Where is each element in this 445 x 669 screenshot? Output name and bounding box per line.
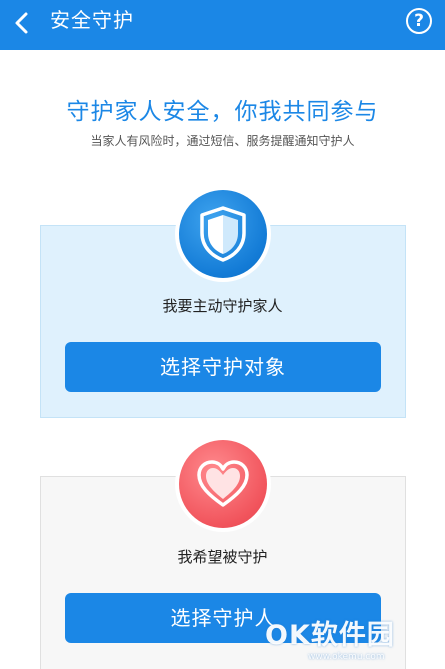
intro-headline: 守护家人安全，你我共同参与 (66, 99, 379, 125)
top-bar: 安全守护 ? (0, 0, 445, 50)
heart-icon (197, 460, 249, 507)
back-button[interactable] (4, 5, 40, 41)
watermark-url: www.okemu.com (308, 652, 385, 662)
page-title: 安全守护 (50, 8, 134, 32)
chevron-left-icon (15, 12, 28, 34)
intro-subline: 当家人有风险时，通过短信、服务提醒通知守护人 (90, 134, 355, 148)
heart-emblem (175, 436, 271, 532)
watermark: OK软件园 www.okemu.com (262, 612, 445, 669)
be-guarded-label: 我希望被守护 (177, 548, 268, 566)
shield-icon (200, 206, 246, 262)
shield-emblem (175, 186, 271, 282)
guard-family-label: 我要主动守护家人 (162, 297, 283, 315)
select-guard-target-button[interactable]: 选择守护对象 (65, 342, 381, 392)
help-button[interactable]: ? (406, 8, 432, 34)
watermark-logo: OK软件园 (265, 620, 395, 651)
